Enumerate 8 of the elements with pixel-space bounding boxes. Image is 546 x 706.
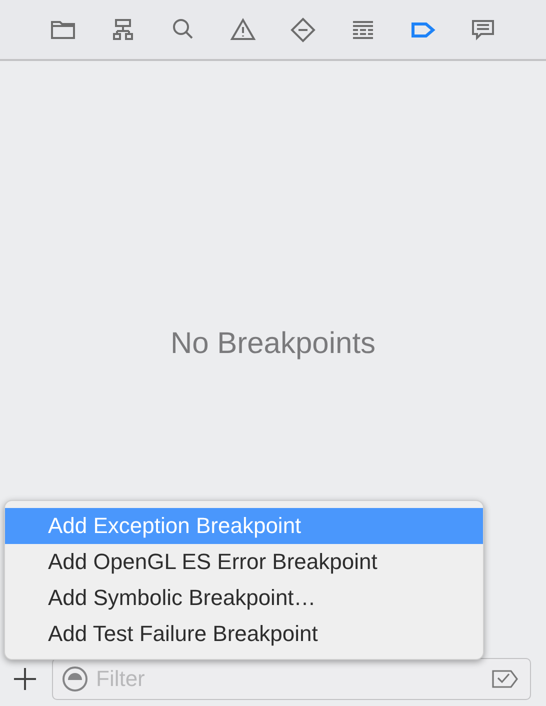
menu-item[interactable]: Add Test Failure Breakpoint	[5, 616, 483, 652]
filter-scope-icon	[62, 666, 88, 692]
empty-message: No Breakpoints	[170, 326, 376, 360]
menu-item[interactable]: Add Symbolic Breakpoint…	[5, 580, 483, 616]
diamond-tab[interactable]	[289, 16, 317, 44]
menu-item[interactable]: Add OpenGL ES Error Breakpoint	[5, 544, 483, 580]
plus-icon	[12, 666, 38, 692]
tag-check-icon[interactable]	[491, 668, 519, 690]
